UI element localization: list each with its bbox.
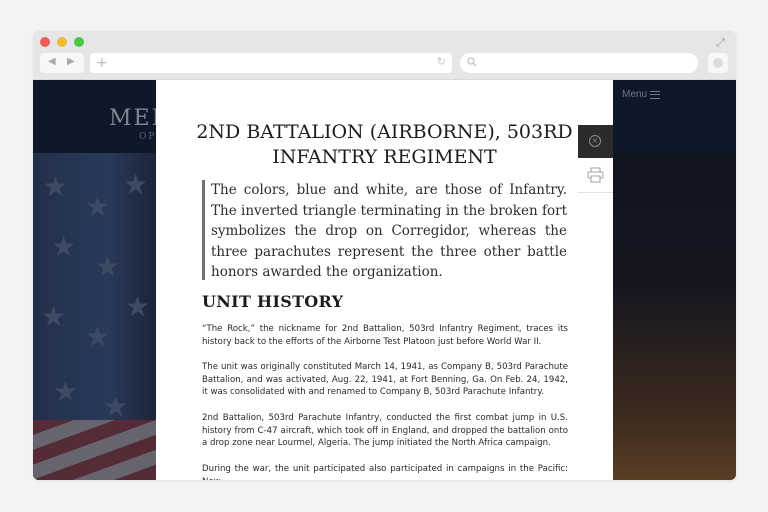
back-arrow-icon[interactable]: ◀ xyxy=(48,56,56,67)
printer-icon xyxy=(587,167,604,183)
star-icon: ★ xyxy=(125,290,151,323)
hamburger-icon[interactable] xyxy=(650,91,660,99)
close-modal-button[interactable]: × xyxy=(578,125,613,158)
plus-icon[interactable]: + xyxy=(96,54,108,72)
background-logo-subtitle: OP xyxy=(139,132,157,142)
star-icon: ★ xyxy=(85,190,111,223)
modal-title: 2ND BATTALION (AIRBORNE), 503RD INFANTRY… xyxy=(196,121,573,168)
search-input[interactable] xyxy=(460,53,698,73)
search-icon xyxy=(467,57,477,67)
insignia-description-quote: The colors, blue and white, are those of… xyxy=(202,180,567,280)
background-logo: MEI xyxy=(109,106,163,131)
page-viewport: MEI OP Menu ★ ★ ★ ★ ★ ★ ★ ★ ★ ★ 2ND BATT… xyxy=(33,80,736,480)
background-right-image xyxy=(613,153,736,480)
navigation-buttons: ◀ ▶ xyxy=(40,53,84,73)
print-button[interactable] xyxy=(578,158,613,193)
forward-arrow-icon[interactable]: ▶ xyxy=(67,56,75,67)
menu-button[interactable]: Menu xyxy=(622,89,647,100)
star-icon: ★ xyxy=(43,170,69,203)
history-paragraph: “The Rock,” the nickname for 2nd Battali… xyxy=(202,324,568,347)
reload-icon[interactable]: ↻ xyxy=(437,55,446,68)
history-paragraph: The unit was originally constituted Marc… xyxy=(202,362,568,397)
address-bar[interactable]: + ↻ xyxy=(90,53,452,73)
close-window-button[interactable] xyxy=(40,37,50,47)
history-paragraph: 2nd Battalion, 503rd Parachute Infantry,… xyxy=(202,413,568,448)
unit-detail-modal: 2ND BATTALION (AIRBORNE), 503RD INFANTRY… xyxy=(156,80,613,480)
fullscreen-icon[interactable]: ⤢ xyxy=(716,37,728,49)
background-flag-stripes xyxy=(33,420,158,480)
star-icon: ★ xyxy=(53,375,79,408)
minimize-window-button[interactable] xyxy=(57,37,67,47)
star-icon: ★ xyxy=(123,168,149,201)
star-icon: ★ xyxy=(51,230,77,263)
close-circle-icon: × xyxy=(589,135,601,147)
unit-history-heading: UNIT HISTORY xyxy=(202,292,344,311)
browser-toolbar: ⤢ ◀ ▶ + ↻ xyxy=(33,31,736,80)
star-icon: ★ xyxy=(85,320,111,353)
extension-button[interactable] xyxy=(708,53,728,73)
star-icon: ★ xyxy=(41,300,67,333)
star-icon: ★ xyxy=(103,390,129,423)
history-paragraph: During the war, the unit participated al… xyxy=(202,464,568,480)
browser-window: ⤢ ◀ ▶ + ↻ MEI OP Menu ★ ★ ★ ★ ★ ★ ★ ★ ★ … xyxy=(33,31,736,480)
maximize-window-button[interactable] xyxy=(74,37,84,47)
star-icon: ★ xyxy=(95,250,121,283)
